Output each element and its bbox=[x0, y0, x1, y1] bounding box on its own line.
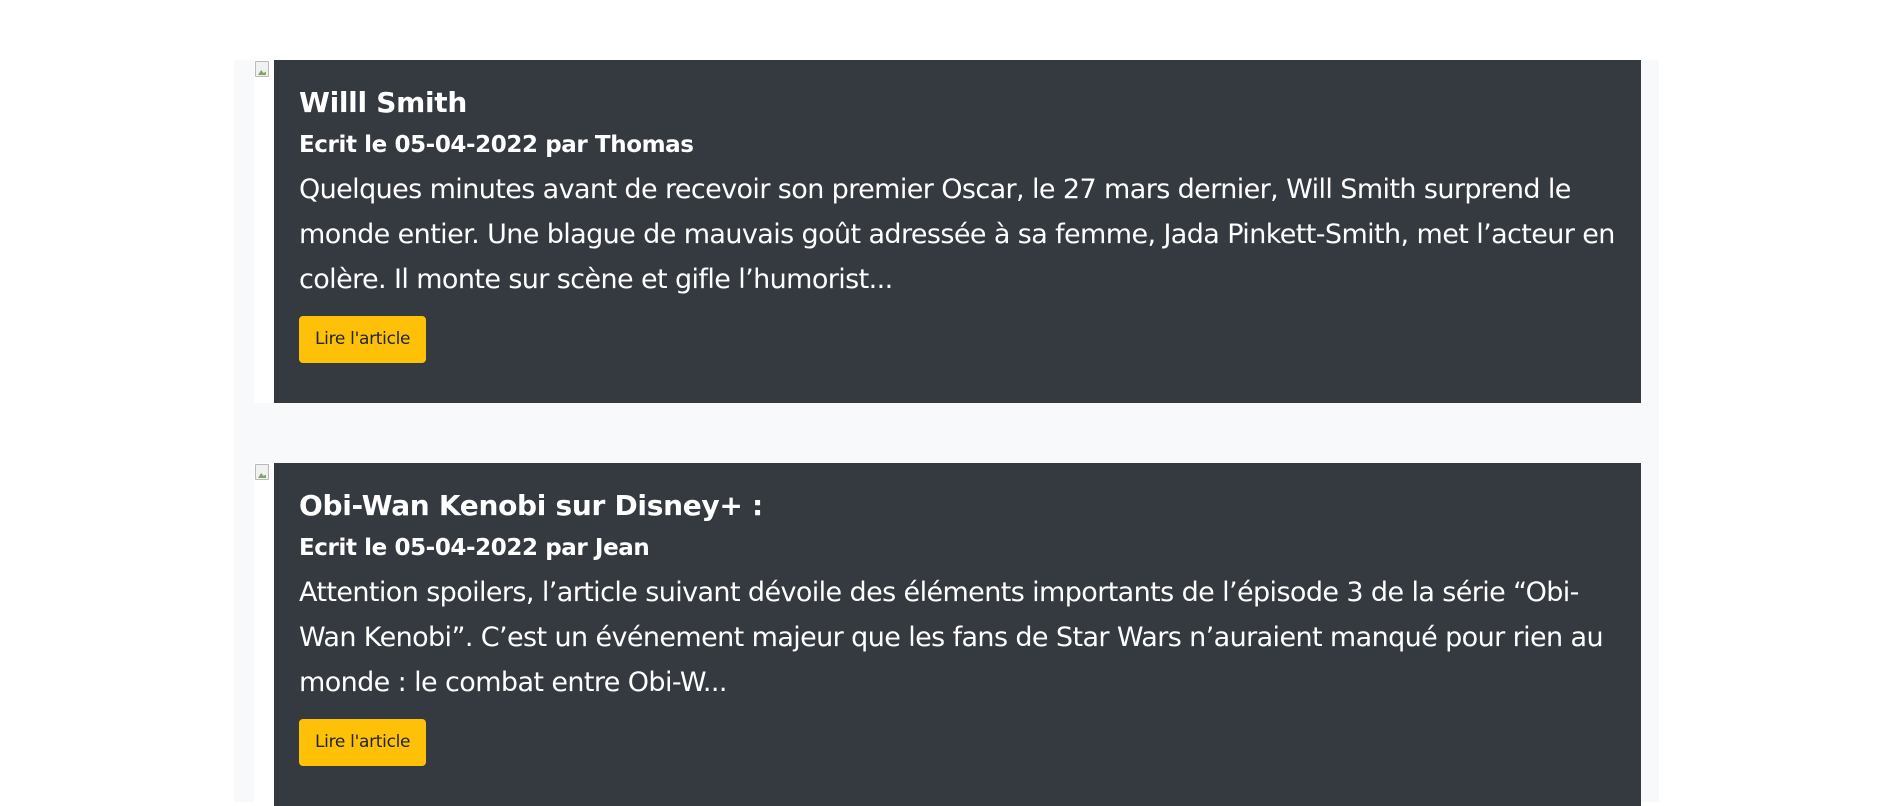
article-title: Obi-Wan Kenobi sur Disney+ : bbox=[299, 489, 763, 522]
article-excerpt: Quelques minutes avant de recevoir son p… bbox=[299, 174, 1615, 296]
article-meta: Ecrit le 05-04-2022 par Jean bbox=[299, 534, 650, 561]
article-card-body: Willl Smith Ecrit le 05-04-2022 par Thom… bbox=[274, 60, 1641, 403]
articles-list: Willl Smith Ecrit le 05-04-2022 par Thom… bbox=[234, 60, 1659, 806]
broken-image-icon bbox=[255, 464, 269, 480]
article-title: Willl Smith bbox=[299, 86, 467, 119]
read-article-button[interactable]: Lire l'article bbox=[299, 719, 427, 767]
article-image bbox=[254, 60, 274, 80]
article-card-body: Obi-Wan Kenobi sur Disney+ : Ecrit le 05… bbox=[274, 463, 1641, 806]
article-excerpt: Attention spoilers, l’article suivant dé… bbox=[299, 577, 1604, 699]
read-article-button[interactable]: Lire l'article bbox=[299, 316, 427, 364]
broken-image-icon bbox=[255, 61, 269, 77]
article-image bbox=[254, 463, 274, 483]
article-meta: Ecrit le 05-04-2022 par Thomas bbox=[299, 131, 694, 158]
article-card: Willl Smith Ecrit le 05-04-2022 par Thom… bbox=[254, 60, 1641, 403]
article-card: Obi-Wan Kenobi sur Disney+ : Ecrit le 05… bbox=[254, 463, 1641, 806]
